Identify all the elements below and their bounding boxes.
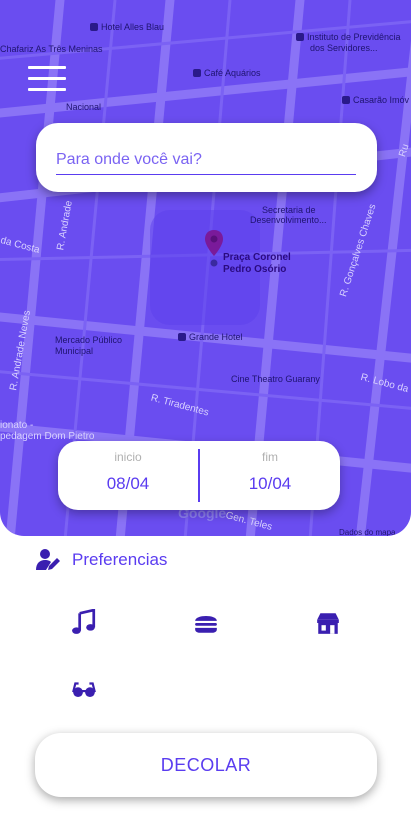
- street-hospedagem: ionato -: [0, 420, 34, 431]
- map-label-cine: Cine Theatro Guarany: [231, 374, 320, 384]
- map-label-casarao: Casarão Imóv: [342, 95, 409, 105]
- map-label-grande-hotel: Grande Hotel: [178, 332, 243, 342]
- search-input[interactable]: [56, 145, 356, 175]
- map-label-instituto: Instituto de Previdência: [296, 32, 401, 42]
- user-edit-icon: [36, 549, 60, 570]
- decolar-button[interactable]: DECOLAR: [35, 733, 377, 797]
- map-label-instituto-2: dos Servidores...: [310, 43, 378, 53]
- map-label-mercado: Mercado Público: [55, 335, 123, 345]
- end-date-label: fim: [262, 450, 278, 464]
- map-label-dados: Dados do mapa: [339, 528, 396, 536]
- map-label-praca-2: Pedro Osório: [223, 264, 287, 275]
- map-label-mercado-2: Municipal: [55, 346, 94, 356]
- date-range-card: inicio 08/04 fim 10/04: [58, 441, 340, 510]
- music-icon[interactable]: [71, 609, 97, 635]
- start-date-value: 08/04: [106, 474, 150, 493]
- store-icon[interactable]: [315, 610, 341, 636]
- map-label-cafe: Café Aquários: [193, 68, 261, 78]
- menu-button[interactable]: [28, 66, 66, 94]
- burger-icon[interactable]: [193, 610, 219, 636]
- map-label-praca: Praça Coronel: [223, 252, 291, 263]
- start-date[interactable]: inicio 08/04: [58, 441, 198, 510]
- preferences-header: Preferencias: [36, 549, 167, 571]
- location-pin-icon[interactable]: [204, 229, 224, 267]
- start-date-label: inicio: [114, 450, 142, 464]
- end-date-value: 10/04: [248, 474, 292, 493]
- search-card: [36, 123, 377, 192]
- glasses-icon[interactable]: [71, 677, 97, 703]
- map-label-chafariz: Chafariz As Três Meninas: [0, 44, 103, 54]
- menu-icon-line: [28, 66, 66, 69]
- preferences-title: Preferencias: [72, 550, 168, 569]
- menu-icon-line: [28, 88, 66, 91]
- map-label-secretaria: Secretaria de: [262, 205, 316, 215]
- end-date[interactable]: fim 10/04: [200, 441, 340, 510]
- map-label-hotel-alles-blau: Hotel Alles Blau: [90, 22, 164, 32]
- menu-icon-line: [28, 77, 66, 80]
- map-label-secretaria-2: Desenvolvimento...: [250, 215, 327, 225]
- map-label-nacional: Nacional: [66, 102, 102, 112]
